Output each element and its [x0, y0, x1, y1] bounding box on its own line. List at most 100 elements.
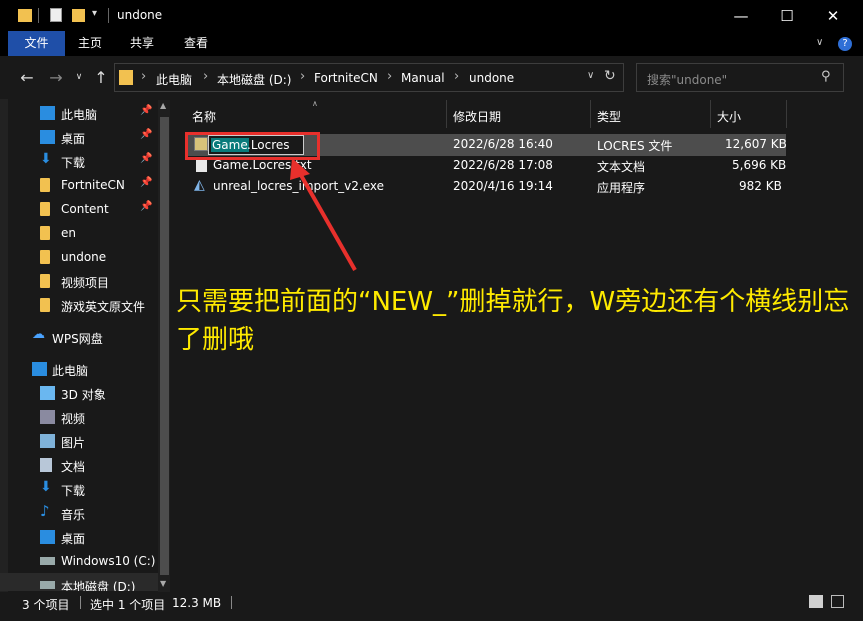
column-divider[interactable] [446, 100, 447, 128]
sidebar-item-fortnitecn[interactable]: FortniteCN 📌 [0, 173, 170, 197]
sidebar-item-desktop[interactable]: 桌面 📌 [0, 125, 170, 149]
folder-icon [40, 298, 50, 312]
sidebar-item-documents[interactable]: 文档 [0, 453, 170, 477]
sidebar-item-this-pc[interactable]: 此电脑 📌 [0, 101, 170, 125]
sidebar-item-label: 桌面 [61, 532, 86, 546]
column-divider[interactable] [710, 100, 711, 128]
refresh-icon[interactable]: ↻ [604, 68, 616, 84]
column-header-name[interactable]: 名称 [192, 108, 216, 125]
picture-icon [40, 434, 55, 448]
sidebar-item-3d-objects[interactable]: 3D 对象 [0, 381, 170, 405]
file-date: 2022/6/28 17:08 [453, 158, 553, 172]
close-button[interactable]: ✕ [810, 0, 856, 31]
tab-view[interactable]: 查看 [172, 31, 220, 56]
pc-icon [32, 362, 47, 376]
breadcrumb-drive-d[interactable]: 本地磁盘 (D:) [217, 71, 291, 88]
sidebar-item-videos[interactable]: 视频 [0, 405, 170, 429]
address-bar[interactable]: › 此电脑 › 本地磁盘 (D:) › FortniteCN › Manual … [114, 63, 624, 92]
sidebar-item-wps-drive[interactable]: ☁ WPS网盘 [0, 325, 170, 349]
properties-quick-icon[interactable] [50, 8, 62, 22]
annotation-text: 只需要把前面的“NEW_”删掉就行，W旁边还有个横线别忘了删哦 [176, 287, 850, 355]
scroll-down-arrow-icon[interactable]: ▼ [160, 579, 166, 588]
sidebar-item-pictures[interactable]: 图片 [0, 429, 170, 453]
sidebar-item-video-projects[interactable]: 视频项目 [0, 269, 170, 293]
annotation-arrow-icon [290, 158, 357, 271]
sidebar-item-en[interactable]: en [0, 221, 170, 245]
download-icon: ⬇ [40, 151, 52, 167]
forward-arrow-icon[interactable]: → [45, 66, 67, 88]
file-type: 文本文档 [597, 160, 646, 174]
column-header-size[interactable]: 大小 [717, 108, 741, 125]
folder-icon [40, 178, 50, 192]
breadcrumb-this-pc[interactable]: 此电脑 [156, 71, 192, 88]
sidebar-item-desktop-2[interactable]: 桌面 [0, 525, 170, 549]
cloud-icon: ☁ [32, 327, 45, 342]
sidebar-item-downloads-2[interactable]: ⬇ 下载 [0, 477, 170, 501]
back-arrow-icon[interactable]: ← [16, 66, 38, 88]
drive-icon [40, 581, 55, 589]
pc-icon [40, 106, 55, 120]
maximize-button[interactable]: ☐ [764, 0, 810, 31]
pin-icon: 📌 [140, 153, 153, 164]
sidebar-item-label: en [61, 226, 76, 240]
recent-locations-chevron-icon[interactable]: ∨ [68, 66, 90, 88]
sidebar-item-label: 音乐 [61, 508, 86, 522]
status-separator [80, 596, 81, 609]
chevron-right-icon: › [141, 69, 147, 84]
status-item-count: 3 个项目 [22, 598, 70, 612]
minimize-button[interactable]: — [718, 0, 764, 31]
details-view-icon[interactable] [809, 595, 823, 608]
breadcrumb-manual[interactable]: Manual [401, 71, 445, 85]
sidebar-item-label: 本地磁盘 (D:) [61, 580, 136, 591]
sidebar-item-label: 桌面 [61, 132, 86, 146]
customize-quick-access-chevron-icon[interactable]: ▾ [92, 8, 97, 19]
search-placeholder: 搜索"undone" [647, 73, 728, 87]
up-arrow-icon[interactable]: ↑ [90, 66, 112, 88]
table-row[interactable]: ◭ unreal_locres_import_v2.exe 2020/4/16 … [186, 176, 786, 198]
tab-share[interactable]: 共享 [118, 31, 166, 56]
sidebar-item-label: 图片 [61, 436, 86, 450]
sidebar-item-drive-c[interactable]: Windows10 (C:) [0, 549, 170, 573]
help-icon[interactable]: ? [838, 37, 852, 51]
exe-file-icon: ◭ [194, 177, 205, 193]
folder-icon [40, 226, 50, 240]
status-selected-count: 选中 1 个项目 [90, 598, 166, 612]
pin-icon: 📌 [140, 105, 153, 116]
column-divider[interactable] [590, 100, 591, 128]
sidebar-item-label: 视频 [61, 412, 86, 426]
sidebar-item-undone[interactable]: undone [0, 245, 170, 269]
breadcrumb-fortnitecn[interactable]: FortniteCN [314, 71, 378, 85]
search-icon[interactable]: ⚲ [821, 69, 831, 84]
column-header-date[interactable]: 修改日期 [453, 108, 501, 125]
sidebar-item-this-pc-root[interactable]: 此电脑 [0, 357, 170, 381]
sidebar-item-label: undone [61, 250, 107, 264]
column-divider[interactable] [786, 100, 787, 128]
sidebar-item-label: WPS网盘 [52, 332, 103, 346]
file-date: 2020/4/16 19:14 [453, 179, 553, 193]
chevron-right-icon: › [454, 69, 460, 84]
desktop-icon [40, 530, 55, 544]
breadcrumb-undone[interactable]: undone [469, 71, 514, 85]
scroll-up-arrow-icon[interactable]: ▲ [160, 101, 166, 110]
folder-app-icon [18, 9, 32, 22]
new-folder-quick-icon[interactable] [72, 9, 85, 22]
tab-home[interactable]: 主页 [66, 31, 114, 56]
sidebar-item-music[interactable]: ♪ 音乐 [0, 501, 170, 525]
sidebar-item-downloads[interactable]: ⬇ 下载 📌 [0, 149, 170, 173]
sidebar-item-label: Content [61, 202, 109, 216]
sidebar-item-label: 此电脑 [61, 108, 98, 122]
sidebar-scrollbar-thumb[interactable] [160, 117, 169, 575]
tab-file[interactable]: 文件 [8, 31, 65, 56]
search-box[interactable]: 搜索"undone" ⚲ [636, 63, 844, 92]
address-dropdown-chevron-icon[interactable]: ∨ [587, 70, 594, 81]
3d-objects-icon [40, 386, 55, 400]
document-icon [40, 458, 52, 472]
column-header-type[interactable]: 类型 [597, 108, 621, 125]
desktop-icon [40, 130, 55, 144]
file-date: 2022/6/28 16:40 [453, 137, 553, 151]
ribbon-expand-chevron-icon[interactable]: ∨ [816, 37, 823, 48]
sidebar-item-content[interactable]: Content 📌 [0, 197, 170, 221]
sidebar-item-game-original-files[interactable]: 游戏英文原文件 [0, 293, 170, 317]
sidebar-item-drive-d[interactable]: 本地磁盘 (D:) [0, 573, 170, 591]
large-icons-view-icon[interactable] [831, 595, 844, 608]
